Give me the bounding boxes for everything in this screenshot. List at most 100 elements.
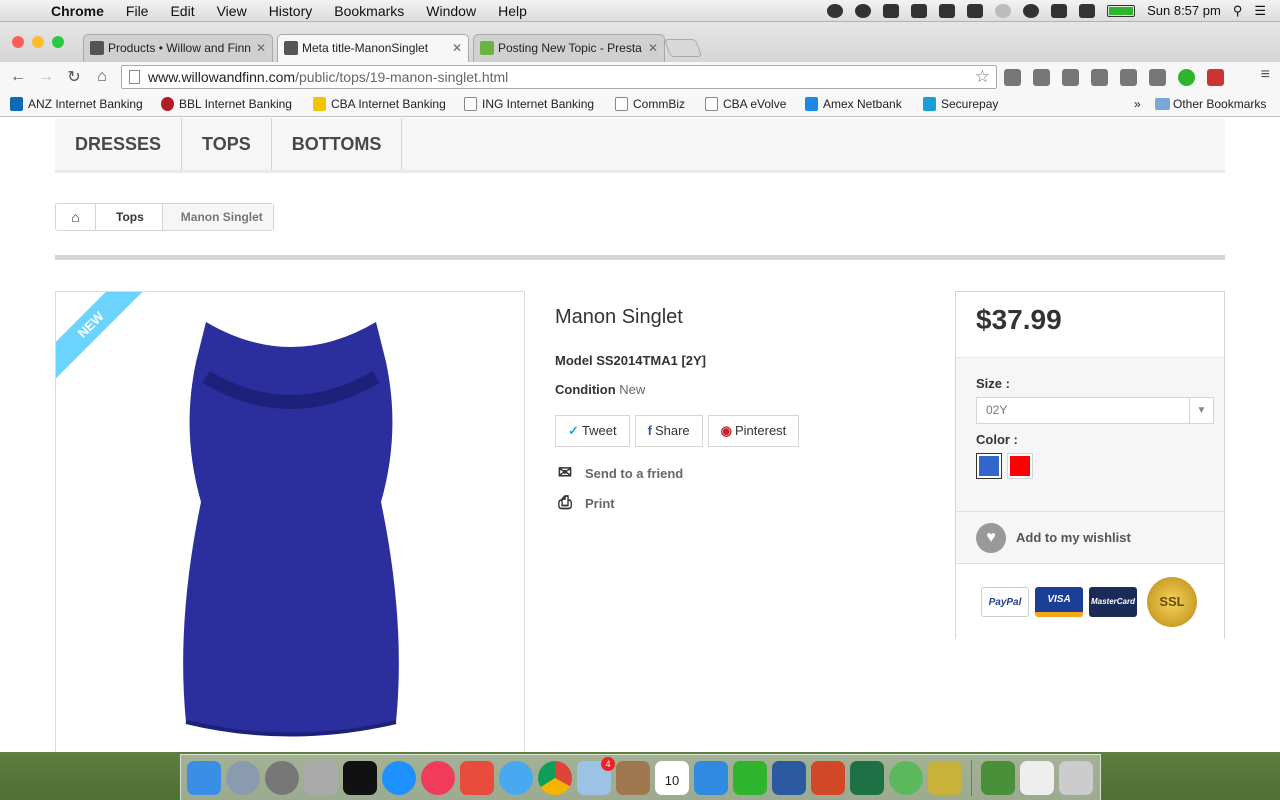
breadcrumb-tops[interactable]: Tops: [96, 204, 163, 230]
facebook-share-button[interactable]: f Share: [634, 415, 703, 447]
printer-icon: ⎙: [558, 493, 572, 512]
home-icon[interactable]: ⌂: [88, 68, 116, 86]
menu-window[interactable]: Window: [415, 0, 487, 22]
bookmark-star-icon[interactable]: ☆: [975, 66, 990, 88]
lastpass-icon[interactable]: [1149, 69, 1166, 86]
ssl-seal-icon: SSL: [1147, 577, 1197, 627]
calendar-icon[interactable]: 10: [655, 760, 689, 795]
evernote-icon[interactable]: [733, 760, 767, 795]
bookmark-bbl[interactable]: BBL Internet Banking: [161, 97, 292, 111]
menu-edit[interactable]: Edit: [159, 0, 205, 22]
notification-center-icon[interactable]: ☰: [1254, 3, 1266, 19]
evernote-extension-icon[interactable]: [1178, 69, 1195, 86]
product-options: Size : 02Y ▼ Color :: [956, 358, 1224, 512]
fireworks-icon[interactable]: [928, 760, 962, 795]
reload-icon[interactable]: ↻: [60, 67, 88, 87]
cloud-icon[interactable]: [911, 3, 928, 18]
category-bottoms[interactable]: BOTTOMS: [272, 118, 403, 170]
powerpoint-icon[interactable]: [811, 760, 845, 795]
trash-icon[interactable]: [1059, 760, 1093, 795]
notification-icon[interactable]: [827, 3, 844, 18]
category-dresses[interactable]: DRESSES: [55, 118, 183, 170]
clock[interactable]: Sun 8:57 pm: [1147, 3, 1221, 18]
speech-icon[interactable]: [995, 3, 1012, 18]
menu-bookmarks[interactable]: Bookmarks: [323, 0, 415, 22]
forward-icon[interactable]: →: [32, 68, 60, 86]
leaf-icon[interactable]: [889, 760, 923, 795]
battery-icon[interactable]: [1107, 4, 1136, 17]
acrobat-icon[interactable]: [1020, 760, 1054, 795]
terminal-icon[interactable]: [343, 760, 377, 795]
keepassx-icon[interactable]: [981, 760, 1015, 795]
print-link[interactable]: ⎙ Print: [555, 493, 935, 513]
bookmark-cba-evolve[interactable]: CBA eVolve: [705, 97, 786, 111]
back-icon[interactable]: ←: [4, 68, 32, 86]
puzzle-extension-icon[interactable]: [1004, 69, 1021, 86]
spotlight-icon[interactable]: ⚲: [1233, 3, 1243, 19]
itunes-icon[interactable]: [421, 760, 455, 795]
launchpad-icon[interactable]: [226, 760, 260, 795]
app-store-icon[interactable]: [382, 760, 416, 795]
flux-icon[interactable]: [939, 3, 956, 18]
screen-sharing-icon[interactable]: [460, 760, 494, 795]
finder-icon[interactable]: [187, 760, 221, 795]
drive-icon[interactable]: [883, 3, 900, 18]
shield-icon[interactable]: [967, 3, 984, 18]
menu-history[interactable]: History: [258, 0, 324, 22]
address-bar[interactable]: www.willowandfinn.com/public/tops/19-man…: [121, 65, 997, 89]
time-machine-icon[interactable]: [1023, 3, 1040, 18]
close-tab-icon[interactable]: ✕: [648, 35, 658, 61]
send-to-friend-link[interactable]: ✉ Send to a friend: [555, 463, 935, 483]
puzzle-extension-icon[interactable]: [1033, 69, 1050, 86]
menu-view[interactable]: View: [206, 0, 258, 22]
menu-help[interactable]: Help: [487, 0, 538, 22]
system-preferences-icon[interactable]: [265, 760, 299, 795]
things-icon[interactable]: [694, 760, 728, 795]
bookmark-anz[interactable]: ANZ Internet Banking: [10, 97, 143, 111]
mail-icon[interactable]: 4: [577, 756, 615, 795]
chrome-menu-icon[interactable]: ≡: [1261, 66, 1270, 84]
close-window-button[interactable]: [12, 36, 24, 48]
tab-posting-topic[interactable]: Posting New Topic - Presta ✕: [473, 34, 665, 62]
excel-icon[interactable]: [850, 760, 884, 795]
bookmark-cba[interactable]: CBA Internet Banking: [313, 97, 446, 111]
contacts-icon[interactable]: [616, 760, 650, 795]
bookmarks-overflow-icon[interactable]: »: [1116, 97, 1141, 111]
close-tab-icon[interactable]: ✕: [452, 35, 462, 61]
tab-products[interactable]: Products • Willow and Finn ✕: [83, 34, 273, 62]
securepay-icon: [923, 97, 936, 111]
word-icon[interactable]: [772, 760, 806, 795]
size-select[interactable]: 02Y ▼: [976, 397, 1214, 424]
bookmark-ing[interactable]: ING Internet Banking: [464, 97, 594, 111]
close-tab-icon[interactable]: ✕: [256, 35, 266, 61]
chat-bubble-icon[interactable]: [855, 3, 872, 18]
puzzle-extension-icon[interactable]: [1091, 69, 1108, 86]
pinterest-button[interactable]: ◉ Pinterest: [707, 415, 800, 447]
mixer-extension-icon[interactable]: [1207, 69, 1224, 86]
menu-file[interactable]: File: [115, 0, 160, 22]
zoom-window-button[interactable]: [52, 36, 64, 48]
home-icon[interactable]: ⌂: [56, 204, 96, 230]
chevron-down-icon: ▼: [1189, 398, 1213, 423]
add-to-wishlist[interactable]: ♥ Add to my wishlist: [956, 512, 1224, 564]
messages-icon[interactable]: [499, 760, 533, 795]
chrome-icon[interactable]: [538, 760, 572, 795]
category-tops[interactable]: TOPS: [182, 118, 272, 170]
link-extension-icon[interactable]: [1062, 69, 1079, 86]
bookmark-securepay[interactable]: Securepay: [923, 97, 998, 111]
preview-scanner-icon[interactable]: [304, 760, 338, 795]
tweet-button[interactable]: ✓ Tweet: [555, 415, 630, 447]
color-swatch-blue[interactable]: [976, 453, 1002, 479]
cast-icon[interactable]: [1120, 69, 1137, 86]
bookmark-amex[interactable]: Amex Netbank: [805, 97, 902, 111]
app-menu[interactable]: Chrome: [40, 0, 115, 22]
color-swatch-red[interactable]: [1007, 453, 1033, 479]
volume-icon[interactable]: [1051, 3, 1068, 18]
tab-meta-title[interactable]: Meta title-ManonSinglet ✕: [277, 34, 469, 62]
product-image[interactable]: NEW: [55, 291, 525, 752]
minimize-window-button[interactable]: [32, 36, 44, 48]
other-bookmarks[interactable]: Other Bookmarks: [1155, 97, 1266, 111]
wifi-icon[interactable]: [1079, 3, 1096, 18]
new-tab-button[interactable]: [663, 39, 703, 57]
bookmark-commbiz[interactable]: CommBiz: [615, 97, 685, 111]
